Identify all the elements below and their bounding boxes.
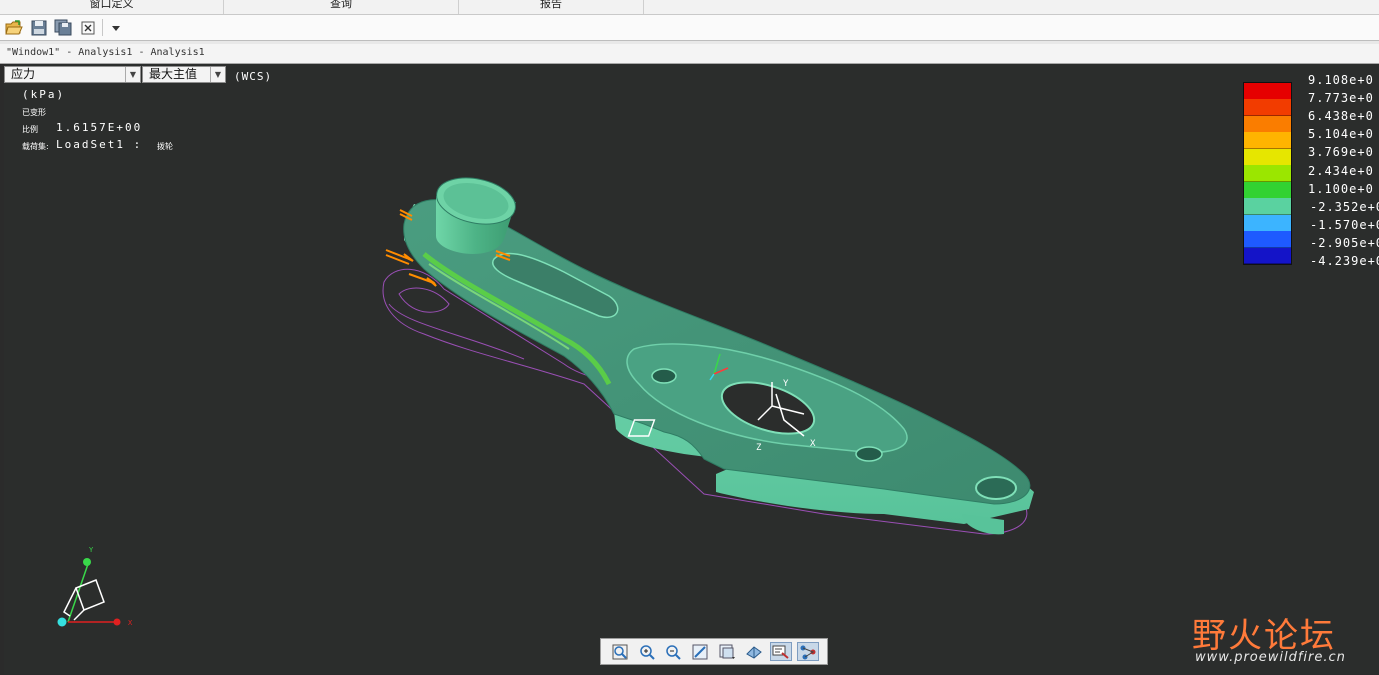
local-axis-x: X bbox=[810, 439, 816, 449]
model-canvas: Y X Z Y X bbox=[57, 177, 1034, 627]
menu-window-define[interactable]: 窗口定义 bbox=[0, 0, 224, 14]
display-style-button[interactable] bbox=[743, 642, 765, 661]
save-copy-icon bbox=[54, 19, 72, 36]
graphics-viewport[interactable]: 应力 ▼ 最大主值 ▼ (WCS) (kPa) 已变形 比例 1.6157E+0… bbox=[4, 64, 1379, 674]
view-toolbar bbox=[600, 638, 828, 665]
zoom-out-button[interactable] bbox=[662, 642, 684, 661]
view-triad bbox=[57, 558, 121, 627]
datum-display-button[interactable] bbox=[797, 642, 819, 661]
menu-bar: 窗口定义 查询 报告 bbox=[0, 0, 1379, 15]
display-style-icon bbox=[746, 645, 762, 659]
refit-button[interactable] bbox=[609, 642, 631, 661]
forum-watermark-url: www.proewildfire.cn bbox=[1195, 650, 1346, 665]
save-icon bbox=[31, 20, 47, 35]
window-title: "Window1" - Analysis1 - Analysis1 bbox=[6, 47, 205, 58]
folder-open-icon bbox=[5, 19, 23, 34]
local-axis-z: Z bbox=[756, 443, 762, 453]
annotation-display-icon bbox=[772, 645, 789, 659]
save-button[interactable] bbox=[29, 18, 49, 37]
menu-query[interactable]: 查询 bbox=[224, 0, 459, 14]
annotation-display-button[interactable] bbox=[770, 642, 792, 661]
repaint-icon bbox=[692, 644, 708, 659]
zoom-out-icon bbox=[666, 644, 681, 660]
close-window-icon bbox=[81, 21, 95, 34]
saved-views-icon bbox=[719, 644, 735, 659]
close-window-button[interactable] bbox=[78, 18, 98, 37]
toolbar-separator bbox=[102, 19, 103, 36]
zoom-in-button[interactable] bbox=[636, 642, 658, 661]
zoom-fit-icon bbox=[612, 644, 628, 659]
datum-display-icon bbox=[800, 645, 816, 659]
local-axis-y: Y bbox=[783, 379, 789, 389]
quick-toolbar bbox=[0, 15, 1379, 41]
open-button[interactable] bbox=[4, 18, 24, 37]
window-titlebar: "Window1" - Analysis1 - Analysis1 bbox=[0, 44, 1379, 64]
save-as-button[interactable] bbox=[53, 18, 73, 37]
view-axis-y: Y bbox=[89, 546, 94, 554]
menu-report[interactable]: 报告 bbox=[459, 0, 644, 14]
repaint-button[interactable] bbox=[689, 642, 711, 661]
dropdown-arrow-icon bbox=[112, 25, 120, 31]
customize-dropdown[interactable] bbox=[106, 18, 126, 37]
zoom-in-icon bbox=[640, 644, 655, 660]
saved-views-button[interactable] bbox=[716, 642, 738, 661]
view-axis-x: X bbox=[128, 619, 133, 627]
